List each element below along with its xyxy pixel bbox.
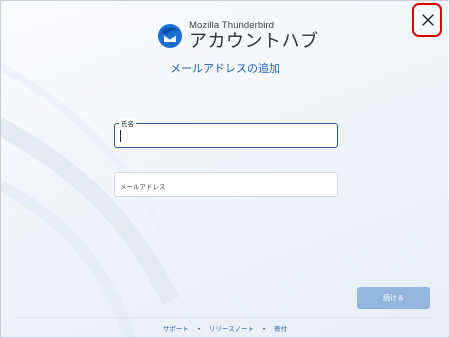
- section-title: メールアドレスの追加: [170, 62, 280, 75]
- name-field[interactable]: 氏名: [114, 118, 338, 148]
- footer-separator: •: [196, 325, 201, 333]
- account-hub-window: Mozilla Thunderbird アカウントハブ メールアドレスの追加 氏…: [0, 0, 450, 338]
- text-cursor: [120, 130, 121, 142]
- continue-button[interactable]: 続ける: [357, 287, 430, 309]
- thunderbird-icon: [158, 24, 182, 48]
- page-title: アカウントハブ: [189, 30, 319, 52]
- close-button[interactable]: [417, 9, 439, 31]
- support-link[interactable]: サポート: [163, 325, 189, 333]
- email-field[interactable]: メールアドレス: [114, 172, 338, 197]
- footer-separator: •: [262, 325, 267, 333]
- email-field-placeholder: メールアドレス: [120, 183, 166, 191]
- brand-name: Mozilla Thunderbird: [189, 20, 275, 31]
- release-notes-link[interactable]: リリースノート: [209, 325, 254, 333]
- name-field-label: 氏名: [119, 118, 136, 128]
- footer-links: サポート • リリースノート • 寄付: [1, 323, 449, 333]
- close-icon: [422, 14, 434, 26]
- thunderbird-logo: Mozilla Thunderbird アカウントハブ: [157, 21, 319, 51]
- donate-link[interactable]: 寄付: [274, 325, 287, 333]
- footer-divider: [17, 317, 433, 318]
